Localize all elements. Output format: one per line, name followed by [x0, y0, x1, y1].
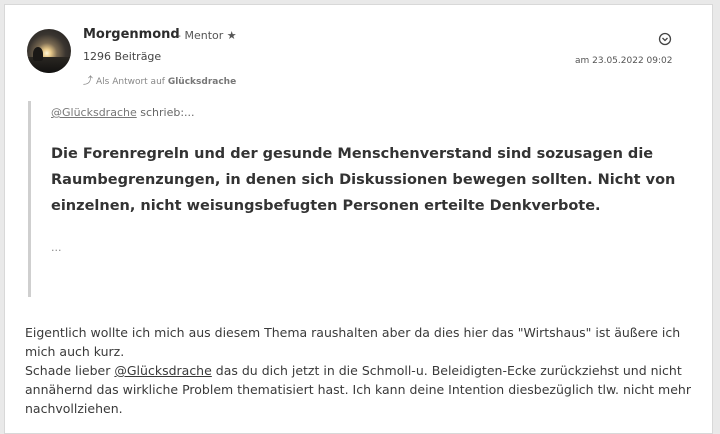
quote-text: Die Forenregreln und der gesunde Mensche… [51, 146, 676, 214]
chevron-circle-down-icon[interactable] [658, 32, 672, 46]
quote-author-suffix: schrieb:... [140, 106, 195, 119]
body-paragraph: Eigentlich wollte ich mich aus diesem Th… [25, 325, 681, 359]
quote-author: @Glücksdrache schrieb:... [51, 106, 195, 119]
author-name[interactable]: Morgenmond [83, 27, 180, 42]
quote-author-mention[interactable]: @Glücksdrache [51, 106, 137, 119]
post-body: Eigentlich wollte ich mich aus diesem Th… [25, 323, 709, 418]
reply-target[interactable]: Glücksdrache [168, 77, 236, 87]
reply-arrow-icon: ⤴ [83, 76, 93, 87]
reply-reference[interactable]: ⤴ Als Antwort auf Glücksdrache [83, 72, 236, 87]
body-paragraph: Schade lieber @Glücksdrache das du dich … [25, 361, 709, 418]
avatar-tree [33, 47, 43, 61]
quote-block: @Glücksdrache schrieb:... Die Forenregre… [28, 101, 691, 297]
avatar[interactable] [27, 29, 71, 73]
quote-ellipsis[interactable]: ... [51, 241, 62, 254]
forum-post: Morgenmond - Mentor ★ 1296 Beiträge ⤴ Als… [4, 4, 713, 434]
reply-prefix: Als Antwort auf [96, 77, 165, 87]
post-date: am 23.05.2022 09:02 [575, 56, 673, 66]
body-mention[interactable]: @Glücksdrache [114, 363, 211, 378]
body-text-segment: Schade lieber [25, 363, 115, 378]
author-role: - Mentor ★ [177, 29, 237, 42]
author-post-count: 1296 Beiträge [83, 50, 162, 63]
